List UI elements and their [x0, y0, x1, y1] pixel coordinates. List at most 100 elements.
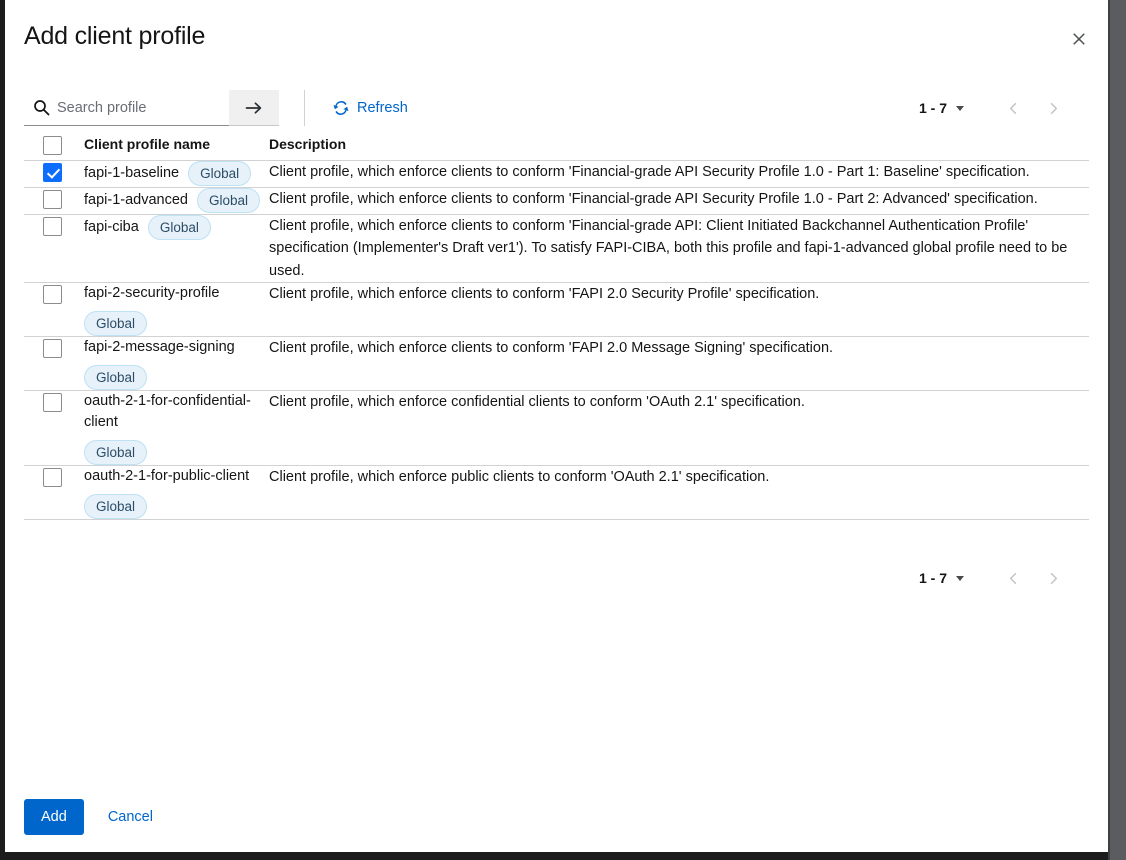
chevron-down-icon — [956, 106, 964, 111]
row-select-cell — [24, 188, 84, 215]
column-header-name: Client profile name — [84, 136, 269, 161]
profile-description-cell: Client profile, which enforce clients to… — [269, 161, 1089, 188]
status-badge: Global — [197, 188, 260, 213]
row-select-cell — [24, 391, 84, 466]
row-select-cell — [24, 215, 84, 283]
add-client-profile-modal: Add client profile — [5, 0, 1108, 852]
profile-description-cell: Client profile, which enforce confidenti… — [269, 391, 1089, 466]
toolbar-divider — [304, 90, 305, 126]
row-select-checkbox[interactable] — [43, 339, 62, 358]
row-select-checkbox[interactable] — [43, 163, 62, 182]
profile-name-wrap: fapi-1-advanced Global — [84, 188, 269, 213]
pagination-bottom-area: 1 - 7 — [5, 520, 1108, 630]
profile-description: Client profile, which enforce clients to… — [269, 188, 1089, 210]
table-row[interactable]: fapi-1-baselineGlobalClient profile, whi… — [24, 161, 1089, 188]
pagination-bottom-prev-button[interactable] — [994, 560, 1032, 596]
profile-description: Client profile, which enforce confidenti… — [269, 391, 1089, 413]
profile-description: Client profile, which enforce clients to… — [269, 215, 1089, 282]
refresh-label: Refresh — [357, 100, 408, 116]
search-box — [24, 90, 229, 126]
chevron-left-icon — [1007, 572, 1020, 585]
profile-name-cell: fapi-2-message-signing Global — [84, 337, 269, 391]
close-button[interactable] — [1062, 22, 1096, 56]
pagination-top: 1 - 7 — [911, 90, 1072, 126]
profile-description-cell: Client profile, which enforce clients to… — [269, 283, 1089, 337]
table-toolbar: Refresh 1 - 7 — [5, 80, 1108, 136]
row-select-cell — [24, 337, 84, 391]
table-row[interactable]: fapi-2-message-signing Global Client profi… — [24, 337, 1089, 391]
pagination-bottom-range-toggle[interactable]: 1 - 7 — [911, 564, 972, 592]
cancel-button[interactable]: Cancel — [98, 799, 163, 835]
window-right-edge — [1108, 0, 1126, 860]
profiles-table: Client profile name Description fapi-1-b… — [24, 136, 1089, 520]
profile-name-cell: fapi-1-advanced Global — [84, 188, 269, 215]
table-header-row: Client profile name Description — [24, 136, 1089, 161]
select-all-checkbox[interactable] — [43, 136, 62, 155]
modal-footer: Add Cancel — [24, 799, 163, 835]
search-input[interactable] — [24, 90, 229, 125]
profile-name-wrap: fapi-2-security-profile Global — [84, 283, 269, 336]
row-select-checkbox[interactable] — [43, 190, 62, 209]
add-button[interactable]: Add — [24, 799, 84, 835]
chevron-down-icon — [956, 576, 964, 581]
row-select-checkbox[interactable] — [43, 285, 62, 304]
profile-name-cell: oauth-2-1-for-confidential-clientGlobal — [84, 391, 269, 466]
pagination-top-range-toggle[interactable]: 1 - 7 — [911, 94, 972, 122]
profile-name-wrap: oauth-2-1-for-public-client Global — [84, 466, 269, 519]
window-right-divider — [1108, 0, 1110, 860]
modal-header: Add client profile — [5, 0, 1108, 80]
profile-name-wrap: fapi-2-message-signing Global — [84, 337, 269, 390]
profile-description-cell: Client profile, which enforce clients to… — [269, 188, 1089, 215]
select-all-cell — [24, 136, 84, 161]
pagination-top-next-button[interactable] — [1034, 90, 1072, 126]
search-icon — [33, 99, 50, 116]
profile-description-cell: Client profile, which enforce clients to… — [269, 215, 1089, 283]
pagination-bottom-next-button[interactable] — [1034, 560, 1072, 596]
pagination-bottom-range: 1 - 7 — [919, 570, 947, 586]
profile-description: Client profile, which enforce clients to… — [269, 161, 1089, 183]
profile-name-wrap: oauth-2-1-for-confidential-clientGlobal — [84, 391, 269, 465]
profile-description: Client profile, which enforce public cli… — [269, 466, 1089, 488]
pagination-top-prev-button[interactable] — [994, 90, 1032, 126]
profile-description-cell: Client profile, which enforce public cli… — [269, 466, 1089, 520]
row-select-checkbox[interactable] — [43, 393, 62, 412]
window-bottom-edge — [0, 852, 1108, 860]
page-title: Add client profile — [24, 22, 205, 51]
row-select-checkbox[interactable] — [43, 468, 62, 487]
row-select-cell — [24, 466, 84, 520]
search-submit-button[interactable] — [229, 90, 279, 126]
table-row[interactable]: fapi-1-advanced Global Client profile, whi… — [24, 188, 1089, 215]
profile-name-wrap: fapi-1-baselineGlobal — [84, 161, 269, 186]
refresh-button[interactable]: Refresh — [327, 95, 414, 121]
column-header-description: Description — [269, 136, 1089, 161]
profiles-table-wrap: Client profile name Description fapi-1-b… — [24, 136, 1089, 520]
profile-name: oauth-2-1-for-public-client — [84, 466, 249, 487]
profile-name-cell: fapi-cibaGlobal — [84, 215, 269, 283]
pagination-bottom: 1 - 7 — [911, 560, 1072, 596]
profile-name: fapi-1-advanced — [84, 190, 188, 211]
profile-name-cell: fapi-2-security-profile Global — [84, 283, 269, 337]
table-row[interactable]: fapi-2-security-profile Global Client prof… — [24, 283, 1089, 337]
table-head: Client profile name Description — [24, 136, 1089, 161]
profile-description: Client profile, which enforce clients to… — [269, 337, 1089, 359]
profile-name-cell: oauth-2-1-for-public-client Global — [84, 466, 269, 520]
table-row[interactable]: oauth-2-1-for-confidential-clientGlobalC… — [24, 391, 1089, 466]
profile-name: fapi-2-message-signing — [84, 337, 235, 358]
chevron-right-icon — [1047, 102, 1060, 115]
profile-description-cell: Client profile, which enforce clients to… — [269, 337, 1089, 391]
chevron-right-icon — [1047, 572, 1060, 585]
table-row[interactable]: oauth-2-1-for-public-client Global Client … — [24, 466, 1089, 520]
table-row[interactable]: fapi-cibaGlobalClient profile, which enf… — [24, 215, 1089, 283]
arrow-right-icon — [245, 100, 263, 116]
row-select-cell — [24, 161, 84, 188]
row-select-checkbox[interactable] — [43, 217, 62, 236]
status-badge: Global — [84, 365, 147, 390]
status-badge: Global — [84, 311, 147, 336]
status-badge: Global — [84, 494, 147, 519]
page-root: Add client profile — [0, 0, 1126, 860]
profile-name-wrap: fapi-cibaGlobal — [84, 215, 269, 240]
profile-name: fapi-2-security-profile — [84, 283, 219, 304]
pagination-top-range: 1 - 7 — [919, 100, 947, 116]
profile-name: oauth-2-1-for-confidential-client — [84, 391, 269, 433]
status-badge: Global — [188, 161, 251, 186]
